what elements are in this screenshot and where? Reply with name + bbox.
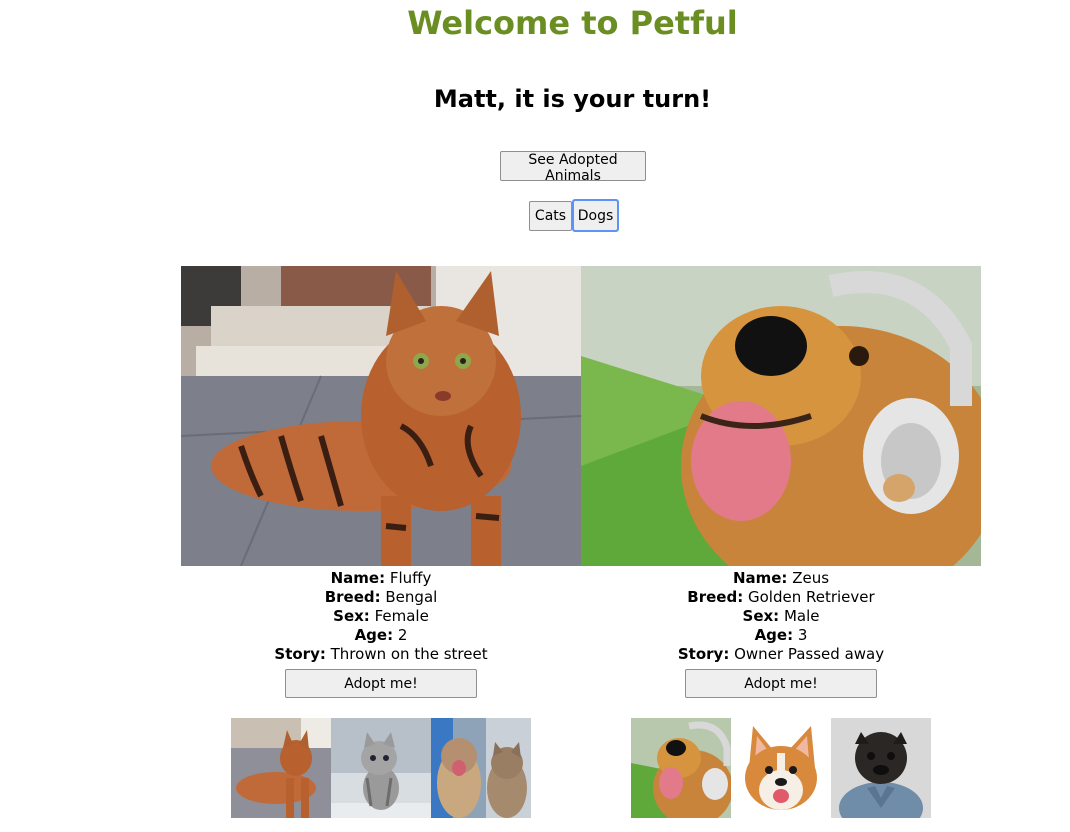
cat-sex-label: Sex: — [333, 607, 370, 625]
cat-story: Thrown on the street — [330, 645, 488, 663]
dog-name-row: Name: Zeus — [581, 569, 981, 588]
cat-info: Name: Fluffy Breed: Bengal Sex: Female A… — [181, 569, 581, 664]
tab-dogs[interactable]: Dogs — [572, 199, 619, 232]
cat-sex: Female — [374, 607, 429, 625]
dog-age-row: Age: 3 — [581, 626, 981, 645]
dog-breed-label: Breed: — [687, 588, 744, 606]
dog-name-label: Name: — [732, 569, 788, 587]
see-adopted-animals-button[interactable]: See Adopted Animals — [500, 151, 646, 184]
cat-name-label: Name: — [330, 569, 386, 587]
dog-queue-thumb-pug — [831, 718, 931, 818]
cat-breed-label: Breed: — [324, 588, 381, 606]
turn-message: Matt, it is your turn! — [433, 85, 712, 113]
adopt-cat-button[interactable]: Adopt me! — [285, 669, 477, 698]
cat-queue-thumb-kitten — [331, 718, 431, 818]
dog-sex: Male — [783, 607, 820, 625]
petful-page: Welcome to Petful Matt, it is your turn!… — [0, 0, 1070, 832]
dog-info: Name: Zeus Breed: Golden Retriever Sex: … — [581, 569, 981, 664]
dog-breed: Golden Retriever — [748, 588, 875, 606]
dog-age-label: Age: — [754, 626, 794, 644]
cat-age-label: Age: — [354, 626, 394, 644]
cat-queue-thumb-tabbies — [431, 718, 531, 818]
cat-queue-thumb-bengal — [231, 718, 331, 818]
cat-name: Fluffy — [389, 569, 432, 587]
adopt-dog-button[interactable]: Adopt me! — [685, 669, 877, 698]
dog-age: 3 — [797, 626, 808, 644]
cat-sex-row: Sex: Female — [181, 607, 581, 626]
tab-cats[interactable]: Cats — [529, 201, 572, 231]
cat-breed-row: Breed: Bengal — [181, 588, 581, 607]
dog-story-label: Story: — [677, 645, 730, 663]
cat-age-row: Age: 2 — [181, 626, 581, 645]
dog-sex-label: Sex: — [742, 607, 780, 625]
cat-name-row: Name: Fluffy — [181, 569, 581, 588]
dog-story: Owner Passed away — [734, 645, 885, 663]
dog-story-row: Story: Owner Passed away — [581, 645, 981, 664]
dog-sex-row: Sex: Male — [581, 607, 981, 626]
cat-story-label: Story: — [274, 645, 326, 663]
cat-breed: Bengal — [385, 588, 438, 606]
dog-breed-row: Breed: Golden Retriever — [581, 588, 981, 607]
dog-photo — [581, 266, 981, 566]
dog-queue-thumb-golden — [631, 718, 731, 818]
cat-age: 2 — [397, 626, 408, 644]
page-title: Welcome to Petful — [407, 4, 738, 42]
cat-story-row: Story: Thrown on the street — [181, 645, 581, 664]
dog-name: Zeus — [792, 569, 830, 587]
cat-photo — [181, 266, 581, 566]
dog-queue-thumb-corgi — [731, 718, 831, 818]
